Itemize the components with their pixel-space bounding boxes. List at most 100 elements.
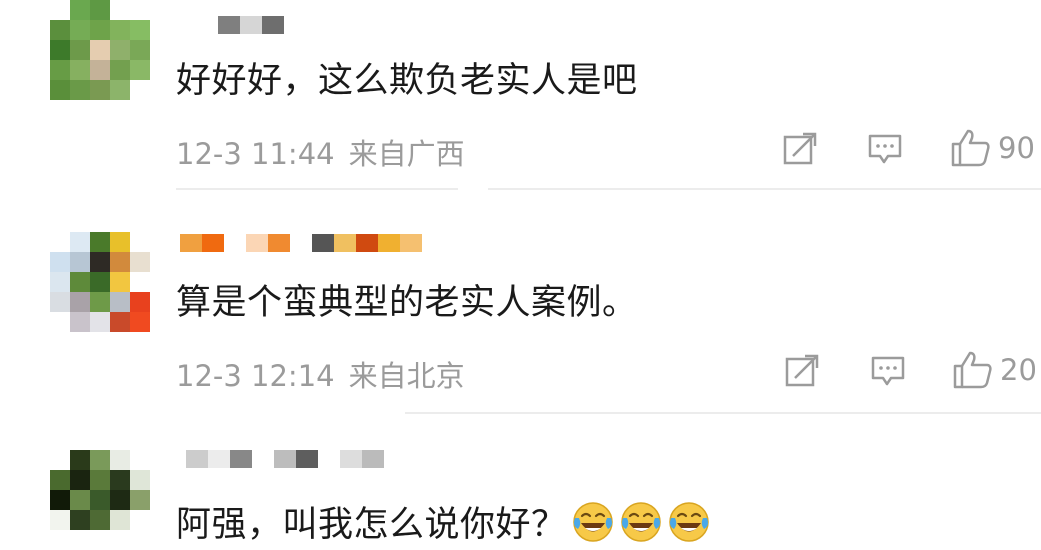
avatar-pixel xyxy=(70,40,90,60)
avatar-pixel xyxy=(110,80,130,100)
avatar-pixel xyxy=(50,312,70,332)
avatar[interactable] xyxy=(50,232,150,332)
username-pixel xyxy=(378,234,400,252)
laughing-crying-emoji-icon xyxy=(572,502,613,542)
comment-meta: 12-3 12:14 来自北京 xyxy=(176,353,465,395)
username-pixel xyxy=(362,450,384,468)
thumbs-up-icon xyxy=(951,129,990,167)
avatar-pixel xyxy=(130,530,150,550)
avatar-pixel xyxy=(70,272,90,292)
share-button[interactable] xyxy=(785,354,821,388)
avatar-pixel xyxy=(90,252,110,272)
avatar-pixel xyxy=(110,232,130,252)
comment-meta: 12-3 11:44 来自广西 xyxy=(176,131,465,173)
username-pixel xyxy=(290,234,312,252)
avatar-pixel xyxy=(70,60,90,80)
avatar-pixel xyxy=(110,530,130,550)
avatar-pixel xyxy=(50,490,70,510)
avatar-pixel xyxy=(50,60,70,80)
avatar-pixel xyxy=(50,20,70,40)
divider xyxy=(176,188,458,190)
username-pixel xyxy=(274,450,296,468)
username-pixel xyxy=(318,450,340,468)
username-pixel xyxy=(296,450,318,468)
username-pixel xyxy=(224,234,246,252)
avatar-pixel xyxy=(70,510,90,530)
username-pixel xyxy=(340,450,362,468)
username-pixel xyxy=(334,234,356,252)
avatar-pixel xyxy=(70,450,90,470)
comment-text: 好好好，这么欺负老实人是吧 xyxy=(176,61,638,101)
avatar[interactable] xyxy=(50,450,150,550)
username-pixel xyxy=(186,450,208,468)
avatar-pixel xyxy=(90,530,110,550)
avatar-pixel xyxy=(110,252,130,272)
avatar-pixel xyxy=(50,272,70,292)
avatar-pixel xyxy=(90,232,110,252)
username-pixel xyxy=(400,234,422,252)
comment-text: 阿强，叫我怎么说你好？ xyxy=(176,496,711,547)
username-pixel xyxy=(208,450,230,468)
avatar-pixel xyxy=(90,20,110,40)
comment-location: 来自广西 xyxy=(348,137,465,171)
username-blurred[interactable] xyxy=(186,450,384,468)
avatar-pixel xyxy=(110,510,130,530)
share-button[interactable] xyxy=(783,132,819,166)
reply-button[interactable] xyxy=(867,132,903,166)
like-button[interactable]: 20 xyxy=(952,350,1037,390)
avatar-pixel xyxy=(70,232,90,252)
username-blurred[interactable] xyxy=(218,16,284,34)
avatar-pixel xyxy=(130,0,150,20)
avatar-pixel xyxy=(130,252,150,272)
like-count: 20 xyxy=(1000,353,1037,387)
username-pixel xyxy=(202,234,224,252)
comment-text-body: 阿强，叫我怎么说你好？ xyxy=(176,505,567,545)
avatar-pixel xyxy=(90,510,110,530)
share-icon xyxy=(783,132,817,165)
avatar-pixel xyxy=(50,80,70,100)
avatar-pixel xyxy=(110,312,130,332)
avatar-pixel xyxy=(110,292,130,312)
avatar-pixel xyxy=(70,252,90,272)
avatar-pixel xyxy=(70,312,90,332)
avatar-pixel xyxy=(70,20,90,40)
avatar-pixel xyxy=(50,232,70,252)
avatar-pixel xyxy=(130,80,150,100)
comment-item: 好好好，这么欺负老实人是吧 12-3 11:44 来自广西 90 xyxy=(0,0,1041,190)
avatar-pixel xyxy=(50,450,70,470)
avatar-pixel xyxy=(50,470,70,490)
username-pixel xyxy=(252,450,274,468)
divider xyxy=(488,188,1041,190)
avatar-pixel xyxy=(90,0,110,20)
username-pixel xyxy=(230,450,252,468)
avatar[interactable] xyxy=(50,0,150,100)
username-pixel xyxy=(356,234,378,252)
laughing-crying-emoji-icon xyxy=(620,502,661,542)
avatar-pixel xyxy=(130,312,150,332)
avatar-pixel xyxy=(90,272,110,292)
avatar-pixel xyxy=(130,232,150,252)
avatar-pixel xyxy=(50,530,70,550)
like-button[interactable]: 90 xyxy=(950,128,1035,168)
comment-icon xyxy=(868,134,902,164)
avatar-pixel xyxy=(130,20,150,40)
avatar-pixel xyxy=(70,470,90,490)
avatar-pixel xyxy=(70,80,90,100)
avatar-pixel xyxy=(130,60,150,80)
like-count: 90 xyxy=(998,131,1035,165)
avatar-pixel xyxy=(110,60,130,80)
avatar-pixel xyxy=(70,530,90,550)
username-blurred[interactable] xyxy=(180,234,422,252)
reply-button[interactable] xyxy=(870,354,906,388)
comment-location: 来自北京 xyxy=(348,359,465,393)
username-pixel xyxy=(246,234,268,252)
username-pixel xyxy=(262,16,284,34)
avatar-pixel xyxy=(90,312,110,332)
avatar-pixel xyxy=(110,272,130,292)
avatar-pixel xyxy=(90,60,110,80)
avatar-pixel xyxy=(90,80,110,100)
avatar-pixel xyxy=(50,252,70,272)
avatar-pixel xyxy=(70,490,90,510)
username-pixel xyxy=(180,234,202,252)
avatar-pixel xyxy=(110,450,130,470)
